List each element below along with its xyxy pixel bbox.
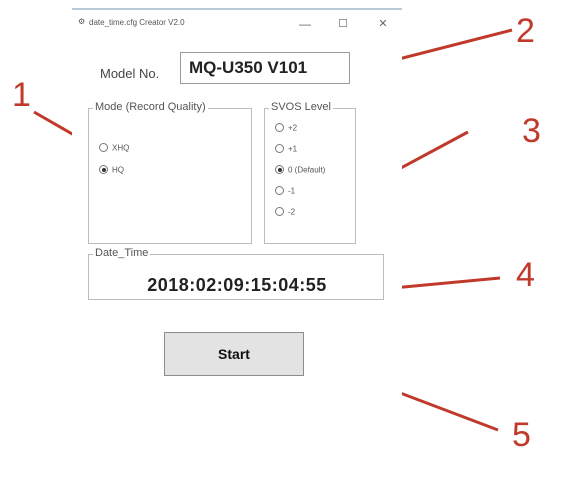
app-window: ⚙ date_time.cfg Creator V2.0 — ☐ ✕ Model…	[72, 8, 402, 468]
radio-unchecked-icon[interactable]	[99, 143, 108, 153]
model-label: Model No.	[100, 66, 160, 81]
minimize-button[interactable]: —	[292, 14, 318, 34]
callout-3: 3	[522, 112, 541, 150]
svos-option-label: -1	[288, 186, 296, 196]
svos-option-label: 0 (Default)	[288, 165, 326, 175]
window-title: date_time.cfg Creator V2.0	[89, 18, 185, 27]
radio-unchecked-icon[interactable]	[275, 207, 284, 217]
radio-unchecked-icon[interactable]	[275, 144, 284, 154]
app-icon: ⚙	[78, 17, 86, 26]
svos-group: SVOS Level +2 +1 0 (Default) -1 -2	[264, 101, 356, 244]
svos-option-minus1[interactable]: -1	[275, 186, 295, 200]
callout-5: 5	[512, 416, 531, 454]
mode-option-hq[interactable]: HQ	[99, 165, 124, 179]
callout-1: 1	[12, 76, 31, 114]
radio-checked-icon[interactable]	[275, 165, 284, 175]
mode-group: Mode (Record Quality) XHQ HQ	[88, 101, 252, 244]
maximize-button[interactable]: ☐	[330, 14, 356, 34]
svos-option-plus1[interactable]: +1	[275, 144, 297, 158]
datetime-value: 2018:02:09:15:04:55	[147, 275, 327, 295]
radio-unchecked-icon[interactable]	[275, 186, 284, 196]
mode-option-label: XHQ	[112, 143, 130, 153]
datetime-group: Date_Time 2018:02:09:15:04:55	[88, 247, 384, 300]
radio-unchecked-icon[interactable]	[275, 123, 284, 133]
close-button[interactable]: ✕	[370, 14, 396, 34]
svos-option-label: +2	[288, 123, 298, 133]
callout-4: 4	[516, 256, 535, 294]
datetime-group-legend: Date_Time	[93, 247, 151, 259]
svos-option-label: +1	[288, 144, 298, 154]
svos-option-0-default[interactable]: 0 (Default)	[275, 165, 325, 179]
model-number-field[interactable]: MQ-U350 V101	[180, 52, 350, 84]
callout-2: 2	[516, 12, 535, 50]
svos-group-legend: SVOS Level	[269, 101, 333, 113]
start-button[interactable]: Start	[164, 332, 304, 376]
svos-option-minus2[interactable]: -2	[275, 207, 295, 221]
svos-option-plus2[interactable]: +2	[275, 123, 297, 137]
mode-option-xhq[interactable]: XHQ	[99, 143, 129, 157]
mode-option-label: HQ	[112, 165, 124, 175]
mode-group-legend: Mode (Record Quality)	[93, 101, 208, 113]
title-bar[interactable]: ⚙ date_time.cfg Creator V2.0 — ☐ ✕	[72, 10, 402, 38]
radio-checked-icon[interactable]	[99, 165, 108, 175]
svos-option-label: -2	[288, 207, 296, 217]
